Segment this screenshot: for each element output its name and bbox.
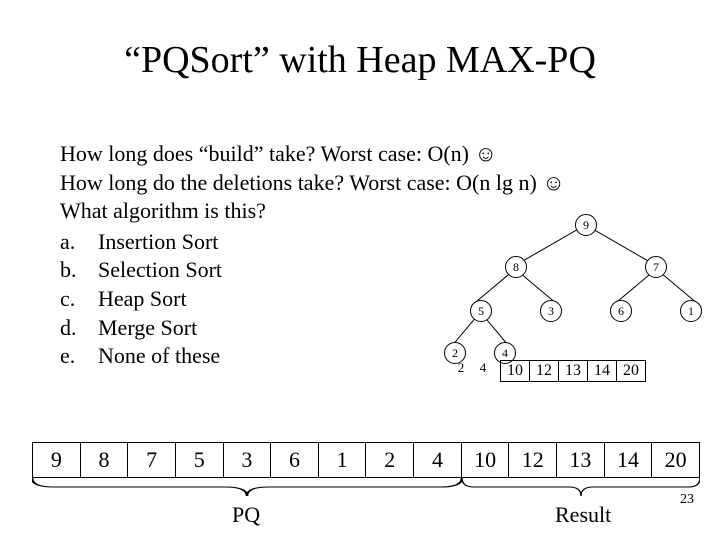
array-cell: 4 [413,442,462,478]
mini-result-row: 10 12 13 14 20 [500,360,646,382]
array-cell: 9 [32,442,81,478]
mini-pre-cell: 4 [472,360,494,376]
option-text: None of these [98,342,220,371]
tree-node: 8 [505,256,527,278]
array-cell: 14 [604,442,653,478]
array-cell: 20 [651,442,700,478]
smile-icon: ☺ [542,170,564,195]
mini-cell: 12 [529,360,559,382]
array-cell: 2 [365,442,414,478]
mini-pre: 2 4 [450,360,494,376]
tree-node: 1 [680,300,702,322]
array-cell: 3 [223,442,272,478]
array-cell: 7 [127,442,176,478]
line-1: How long does “build” take? Worst case: … [60,141,475,166]
result-label: Result [555,502,611,528]
option-label: d. [60,314,98,343]
array-cell: 13 [556,442,605,478]
array-cell: 10 [461,442,510,478]
heap-tree: 9 8 7 5 3 6 1 2 4 [430,214,710,384]
brace-pq [32,478,462,496]
mini-cell: 10 [500,360,530,382]
tree-node: 6 [610,300,632,322]
array-cell: 1 [318,442,367,478]
pq-label: PQ [232,502,260,528]
mini-cell: 14 [587,360,617,382]
slide-title: “PQSort” with Heap MAX-PQ [0,0,720,82]
option-text: Merge Sort [98,314,197,343]
tree-node: 3 [540,300,562,322]
array-cell: 5 [175,442,224,478]
option-label: c. [60,285,98,314]
option-label: a. [60,228,98,257]
line-2: How long do the deletions take? Worst ca… [60,170,542,195]
array-row: 9 8 7 5 3 6 1 2 4 10 12 13 14 20 [32,442,700,478]
smile-icon: ☺ [475,141,497,166]
slide-number: 23 [680,492,694,508]
mini-pre-cell: 2 [450,360,472,376]
option-text: Insertion Sort [98,228,218,257]
line-3: What algorithm is this? [60,198,266,223]
array-cell: 6 [270,442,319,478]
mini-cell: 13 [558,360,588,382]
option-text: Heap Sort [98,285,187,314]
brace-result [462,478,700,496]
option-label: e. [60,342,98,371]
option-label: b. [60,256,98,285]
mini-cell: 20 [616,360,646,382]
tree-node: 7 [645,256,667,278]
tree-node: 5 [470,300,492,322]
option-text: Selection Sort [98,256,222,285]
array-cell: 12 [508,442,557,478]
tree-node: 9 [575,214,597,236]
array-cell: 8 [80,442,129,478]
